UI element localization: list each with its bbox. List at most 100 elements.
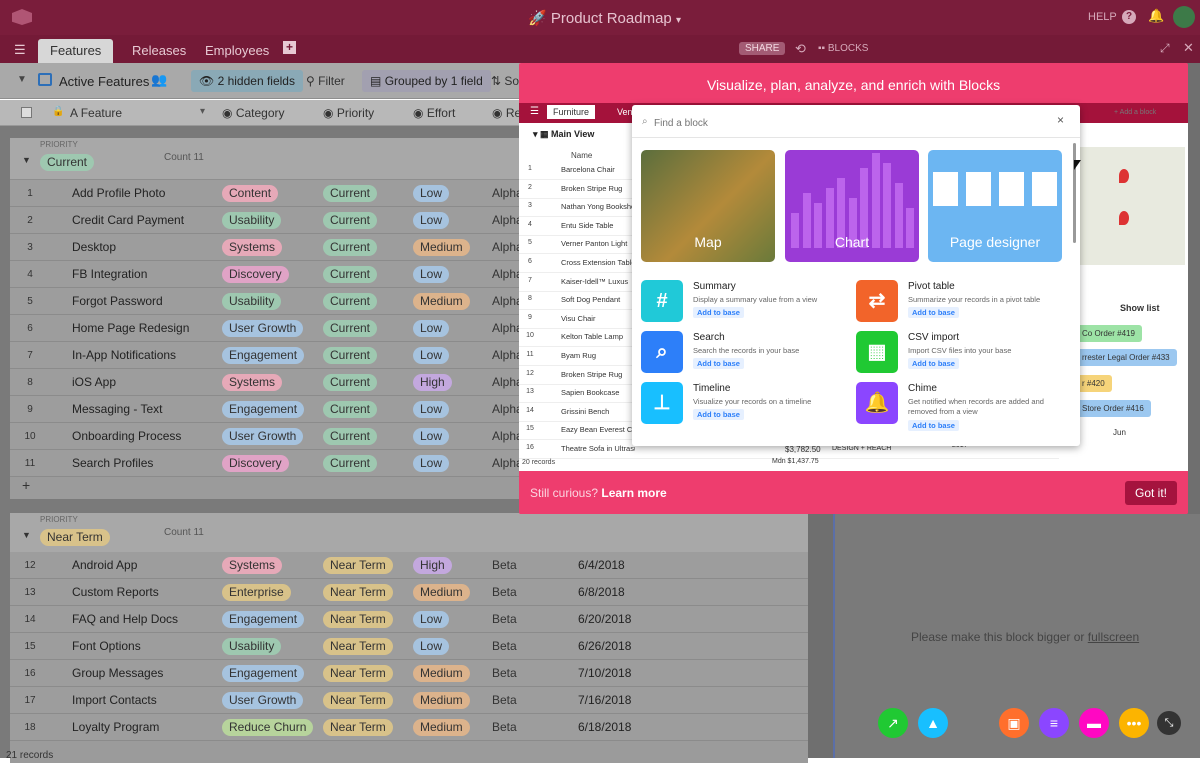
category-cell[interactable]: Usability xyxy=(222,633,318,660)
effort-cell[interactable]: Medium xyxy=(413,687,489,714)
effort-cell[interactable]: High xyxy=(413,552,489,579)
release-cell[interactable]: Beta xyxy=(492,714,532,741)
feature-name[interactable]: Messaging - Text xyxy=(72,396,212,423)
got-it-button[interactable]: Got it! xyxy=(1125,481,1178,505)
category-cell[interactable]: Enterprise xyxy=(222,579,318,606)
effort-cell[interactable]: Low xyxy=(413,342,489,369)
add-to-base-button[interactable]: Add to base xyxy=(693,409,744,420)
effort-cell[interactable]: Medium xyxy=(413,660,489,687)
table-row[interactable]: 14 FAQ and Help Docs Engagement Near Term Lo… xyxy=(10,606,808,633)
collapse-icon[interactable]: ▼ xyxy=(22,155,31,165)
close-icon[interactable]: × xyxy=(1057,113,1064,127)
column-feature[interactable]: A Feature xyxy=(70,106,122,120)
connect-icon[interactable]: ↗ xyxy=(878,708,908,738)
block-item[interactable]: ⇄ Pivot table Summarize your records in a … xyxy=(856,280,1066,328)
release-cell[interactable]: Beta xyxy=(492,606,532,633)
category-cell[interactable]: Usability xyxy=(222,288,318,315)
release-cell[interactable]: Beta xyxy=(492,633,532,660)
category-cell[interactable]: Engagement xyxy=(222,396,318,423)
close-blocks-icon[interactable]: ✕ xyxy=(1183,40,1194,56)
hidden-fields-button[interactable]: 👁 2 hidden fields xyxy=(191,70,303,92)
priority-cell[interactable]: Near Term xyxy=(323,606,409,633)
menu-icon[interactable]: ☰ xyxy=(14,42,26,58)
tab-releases[interactable]: Releases xyxy=(120,39,198,63)
effort-cell[interactable]: Low xyxy=(413,315,489,342)
feature-name[interactable]: FB Integration xyxy=(72,261,212,288)
chat-icon[interactable]: ▬ xyxy=(1079,708,1109,738)
view-switch-chevron-icon[interactable]: ▼ xyxy=(17,74,27,85)
group-header[interactable]: ▼ PRIORITY Near Term Count 11 xyxy=(10,513,808,555)
add-to-base-button[interactable]: Add to base xyxy=(908,358,959,369)
release-cell[interactable]: Beta xyxy=(492,579,532,606)
effort-cell[interactable]: Low xyxy=(413,633,489,660)
category-cell[interactable]: Discovery xyxy=(222,450,318,477)
collaborators-icon[interactable]: 👥 xyxy=(151,72,167,88)
collapse-icon[interactable]: ⤡ xyxy=(1157,711,1181,735)
group-button[interactable]: ▤ Grouped by 1 field xyxy=(362,70,491,92)
image-icon[interactable]: ▣ xyxy=(999,708,1029,738)
share-button[interactable]: SHARE xyxy=(739,42,786,55)
more-icon[interactable]: ••• xyxy=(1119,708,1149,738)
select-all-checkbox[interactable] xyxy=(21,107,32,118)
add-row-button[interactable]: + xyxy=(22,477,30,493)
release-cell[interactable]: Beta xyxy=(492,552,532,579)
category-cell[interactable]: Systems xyxy=(222,369,318,396)
priority-cell[interactable]: Current xyxy=(323,315,409,342)
effort-cell[interactable]: Medium xyxy=(413,288,489,315)
category-cell[interactable]: Engagement xyxy=(222,660,318,687)
column-priority[interactable]: ◉ Priority xyxy=(323,106,374,120)
airtable-logo-icon[interactable] xyxy=(12,9,32,25)
priority-cell[interactable]: Current xyxy=(323,423,409,450)
block-item[interactable]: ▦ CSV import Import CSV files into your ba… xyxy=(856,331,1066,379)
fullscreen-link[interactable]: fullscreen xyxy=(1088,630,1139,644)
feature-name[interactable]: iOS App xyxy=(72,369,212,396)
release-cell[interactable]: Beta xyxy=(492,660,532,687)
column-dropdown-icon[interactable]: ▾ xyxy=(200,106,205,117)
tab-employees[interactable]: Employees xyxy=(193,39,281,63)
effort-cell[interactable]: Medium xyxy=(413,714,489,741)
view-name[interactable]: Active Features xyxy=(59,74,149,89)
feature-name[interactable]: Font Options xyxy=(72,633,212,660)
table-row[interactable]: 12 Android App Systems Near Term High Beta 6/4… xyxy=(10,552,808,579)
feature-name[interactable]: FAQ and Help Docs xyxy=(72,606,212,633)
help-link[interactable]: HELP xyxy=(1088,11,1117,23)
add-to-base-button[interactable]: Add to base xyxy=(908,307,959,318)
effort-cell[interactable]: Low xyxy=(413,207,489,234)
effort-cell[interactable]: Low xyxy=(413,396,489,423)
column-category[interactable]: ◉ Category xyxy=(222,106,285,120)
tab-features[interactable]: Features xyxy=(38,39,114,63)
column-release[interactable]: ◉ Re xyxy=(492,106,521,120)
date-cell[interactable]: 6/8/2018 xyxy=(578,579,668,606)
feature-name[interactable]: Add Profile Photo xyxy=(72,180,212,207)
priority-cell[interactable]: Current xyxy=(323,342,409,369)
table-row[interactable]: 17 Import Contacts User Growth Near Term Med… xyxy=(10,687,808,714)
priority-cell[interactable]: Current xyxy=(323,288,409,315)
effort-cell[interactable]: Medium xyxy=(413,234,489,261)
category-cell[interactable]: Engagement xyxy=(222,342,318,369)
feature-name[interactable]: Group Messages xyxy=(72,660,212,687)
effort-cell[interactable]: Low xyxy=(413,180,489,207)
table-row[interactable]: 15 Font Options Usability Near Term Low Beta 6… xyxy=(10,633,808,660)
category-cell[interactable]: Engagement xyxy=(222,606,318,633)
feature-name[interactable]: In-App Notifications xyxy=(72,342,212,369)
category-cell[interactable]: Content xyxy=(222,180,318,207)
table-row[interactable]: 13 Custom Reports Enterprise Near Term Mediu… xyxy=(10,579,808,606)
chart-tile[interactable]: Chart xyxy=(785,150,919,262)
priority-cell[interactable]: Current xyxy=(323,261,409,288)
feature-name[interactable]: Desktop xyxy=(72,234,212,261)
feature-name[interactable]: Forgot Password xyxy=(72,288,212,315)
priority-cell[interactable]: Current xyxy=(323,369,409,396)
column-effort[interactable]: ◉ Effort xyxy=(413,106,455,120)
list-icon[interactable]: ≡ xyxy=(1039,708,1069,738)
priority-cell[interactable]: Near Term xyxy=(323,579,409,606)
priority-cell[interactable]: Current xyxy=(323,234,409,261)
block-item[interactable]: ⌕ Search Search the records in your base Ad… xyxy=(641,331,851,379)
date-cell[interactable]: 6/20/2018 xyxy=(578,606,668,633)
shapes-icon[interactable]: ▲ xyxy=(918,708,948,738)
learn-more-link[interactable]: Learn more xyxy=(601,486,666,500)
category-cell[interactable]: Usability xyxy=(222,207,318,234)
category-cell[interactable]: Discovery xyxy=(222,261,318,288)
add-to-base-button[interactable]: Add to base xyxy=(693,307,744,318)
picker-scrollbar[interactable] xyxy=(1073,143,1076,243)
priority-cell[interactable]: Near Term xyxy=(323,687,409,714)
